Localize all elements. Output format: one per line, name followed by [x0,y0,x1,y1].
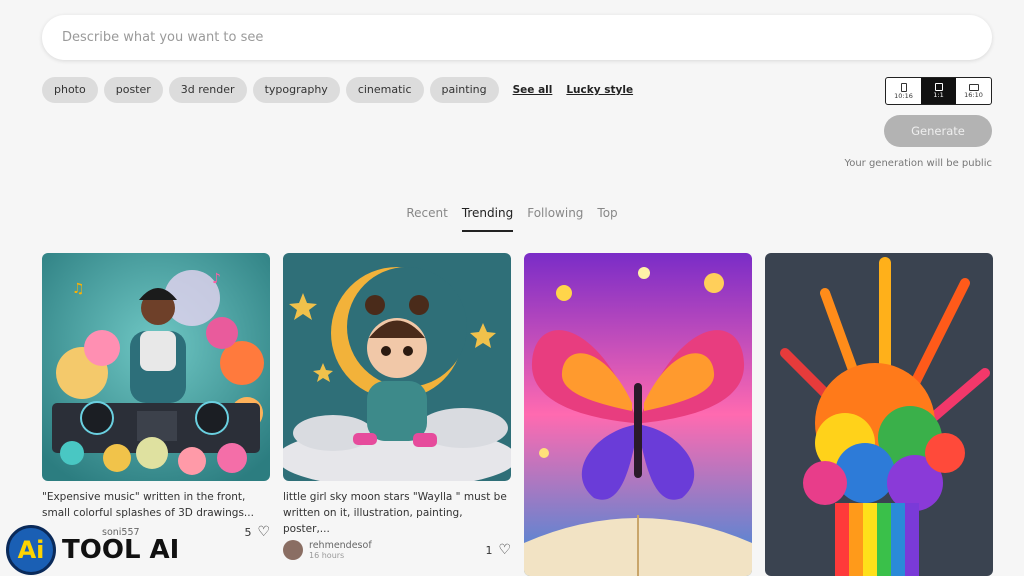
ratio-option-16-10[interactable]: 16:10 [956,78,991,104]
like-control[interactable]: 1 ♡ [485,542,511,558]
style-chip-3d-render[interactable]: 3d render [168,77,247,103]
landscape-ratio-icon [968,83,979,91]
tool-ai-logo: Ai TOOL AI [6,525,179,575]
prompt-input[interactable] [62,30,972,45]
card-caption: "Expensive music" written in the front, … [42,489,270,521]
ratio-label: 1:1 [933,91,944,99]
card-username[interactable]: rehmendesof [309,540,372,551]
heart-icon[interactable]: ♡ [257,524,270,540]
feed-tabs: Recent Trending Following Top [0,206,1024,232]
ratio-label: 16:10 [964,90,983,99]
style-chip-photo[interactable]: photo [42,77,98,103]
caption-line: little girl sky moon stars "Waylla " mus… [283,491,507,503]
portrait-ratio-icon [900,82,907,92]
ratio-option-1-1[interactable]: 1:1 [921,78,956,104]
generated-image[interactable]: ♪ ♫ [42,253,270,481]
generated-image[interactable] [765,253,993,576]
tab-top[interactable]: Top [597,206,617,232]
gallery-card[interactable]: ♪ ♫ "Expensive music" written in the fro… [42,253,270,540]
svg-text:♫: ♫ [72,281,85,297]
gallery-card[interactable]: little girl sky moon stars "Waylla " mus… [283,253,511,560]
see-all-link[interactable]: See all [513,84,553,96]
generated-image[interactable] [283,253,511,481]
public-notice: Your generation will be public [844,158,992,169]
tab-recent[interactable]: Recent [406,206,447,232]
aspect-ratio-selector: 10:16 1:1 16:10 [885,77,992,105]
prompt-bar[interactable] [42,15,992,60]
logo-text: TOOL AI [62,535,180,565]
style-chip-painting[interactable]: painting [429,77,499,103]
user-avatar[interactable] [283,540,303,560]
generate-button[interactable]: Generate [884,115,992,147]
like-control[interactable]: 5 ♡ [244,524,270,540]
card-caption: little girl sky moon stars "Waylla " mus… [283,489,511,537]
like-count: 1 [485,543,493,557]
tab-following[interactable]: Following [527,206,583,232]
style-chips: photo poster 3d render typography cinema… [42,77,633,103]
heart-icon[interactable]: ♡ [498,542,511,558]
ratio-option-10-16[interactable]: 10:16 [886,78,921,104]
gallery-card[interactable] [765,253,993,576]
tab-trending[interactable]: Trending [461,206,514,232]
svg-text:♪: ♪ [212,271,221,287]
like-count: 5 [244,525,252,539]
ratio-label: 10:16 [894,91,913,100]
square-ratio-icon [934,83,943,91]
caption-line: small colorful splashes of 3D drawings..… [42,507,254,519]
style-chip-typography[interactable]: typography [252,77,340,103]
card-meta: rehmendesof 16 hours 1 ♡ [283,540,511,560]
card-timestamp: 16 hours [309,551,345,560]
style-chip-cinematic[interactable]: cinematic [345,77,424,103]
style-chip-poster[interactable]: poster [103,77,163,103]
ai-badge-icon: Ai [6,525,56,575]
lucky-style-link[interactable]: Lucky style [566,84,633,96]
caption-line: "Expensive music" written in the front, [42,491,246,503]
caption-line: written on it, illustration, painting, p… [283,507,463,535]
generated-image[interactable] [524,253,752,576]
gallery-card[interactable] [524,253,752,576]
